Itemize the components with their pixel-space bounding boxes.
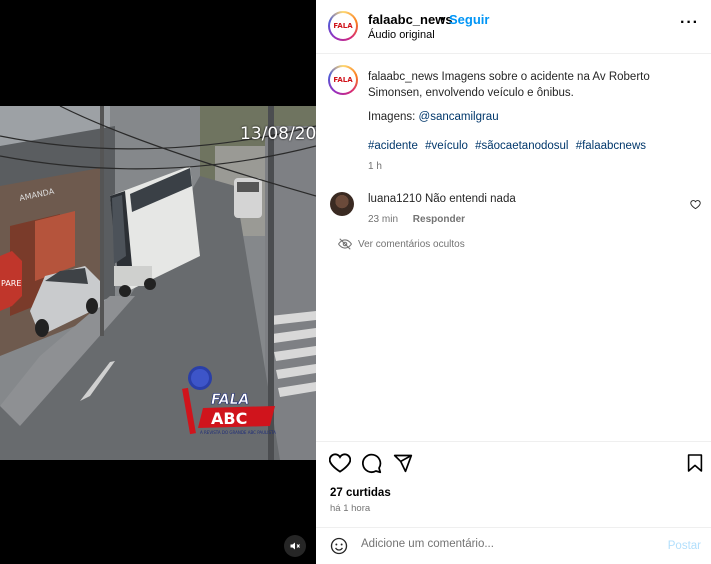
add-comment-bar: Postar	[316, 527, 711, 564]
muted-speaker-icon	[290, 542, 300, 550]
posted-time: há 1 hora	[330, 503, 371, 514]
post-actions	[316, 441, 711, 483]
parked-car	[234, 178, 262, 218]
caption-credits: Imagens: @sancamilgrau	[368, 111, 499, 123]
hidden-comments-link[interactable]: Ver comentários ocultos	[338, 238, 465, 250]
avatar-logo-text: FALA	[333, 22, 353, 30]
comment-time: 23 min	[368, 214, 399, 225]
post-caption: falaabc_news Imagens sobre o acidente na…	[368, 69, 698, 101]
post-button[interactable]: Postar	[668, 540, 701, 552]
stop-sign-text: PARE	[1, 279, 21, 288]
post-header: FALA falaabc_news • Seguir Áudio origina…	[316, 0, 711, 54]
post-panel: FALA falaabc_news • Seguir Áudio origina…	[316, 0, 711, 564]
logo-abc-text: ABC	[211, 409, 247, 428]
hashtags: #acidente #veículo #sãocaetanodosul #fal…	[368, 140, 650, 152]
credits-label: Imagens:	[368, 111, 416, 123]
comment-like-icon[interactable]	[690, 199, 701, 210]
save-bookmark-icon[interactable]	[687, 453, 703, 473]
video-scene: PARE AMANDA FALA ABC A REVISTA DO GRANDE…	[0, 106, 316, 460]
avatar-logo-text: FALA	[333, 76, 353, 84]
media-pane: PARE AMANDA FALA ABC A REVISTA DO GRANDE…	[0, 0, 338, 564]
share-icon[interactable]	[393, 453, 413, 473]
caption-author-avatar[interactable]: FALA	[328, 65, 358, 95]
like-icon[interactable]	[329, 453, 351, 473]
author-avatar[interactable]: FALA	[328, 11, 358, 41]
credits-handle-link[interactable]: @sancamilgrau	[419, 111, 499, 123]
caption-username[interactable]: falaabc_news	[368, 71, 438, 83]
hashtag-link[interactable]: #falaabcnews	[576, 140, 646, 152]
header-separator: •	[440, 11, 445, 26]
comment-input[interactable]	[361, 538, 641, 550]
commenter-username[interactable]: luana1210	[368, 193, 422, 205]
commenter-avatar[interactable]	[330, 192, 354, 216]
comment: luana1210 Não entendi nada	[368, 193, 516, 205]
emoji-icon[interactable]	[330, 537, 348, 555]
hashtag-link[interactable]: #acidente	[368, 140, 418, 152]
hashtag-link[interactable]: #veículo	[425, 140, 468, 152]
eye-slash-icon	[338, 238, 352, 250]
logo-fala-text: FALA	[211, 392, 249, 408]
follow-button[interactable]: Seguir	[449, 12, 489, 27]
reply-button[interactable]: Responder	[413, 214, 465, 225]
comment-text: Não entendi nada	[424, 193, 516, 205]
hidden-comments-label: Ver comentários ocultos	[358, 238, 465, 250]
caption-time: 1 h	[368, 161, 382, 172]
logo-tagline: A REVISTA DO GRANDE ABC PAULISTA	[200, 430, 276, 435]
video-frame[interactable]: PARE AMANDA FALA ABC A REVISTA DO GRANDE…	[0, 106, 316, 460]
likes-count[interactable]: 27 curtidas	[330, 487, 391, 499]
comment-icon[interactable]	[361, 453, 382, 474]
original-audio-link[interactable]: Áudio original	[368, 29, 435, 41]
comment-meta: 23 min Responder	[368, 214, 477, 225]
mute-button[interactable]	[284, 535, 306, 557]
hashtag-link[interactable]: #sãocaetanodosul	[475, 140, 568, 152]
more-options-icon[interactable]: ···	[680, 14, 699, 32]
